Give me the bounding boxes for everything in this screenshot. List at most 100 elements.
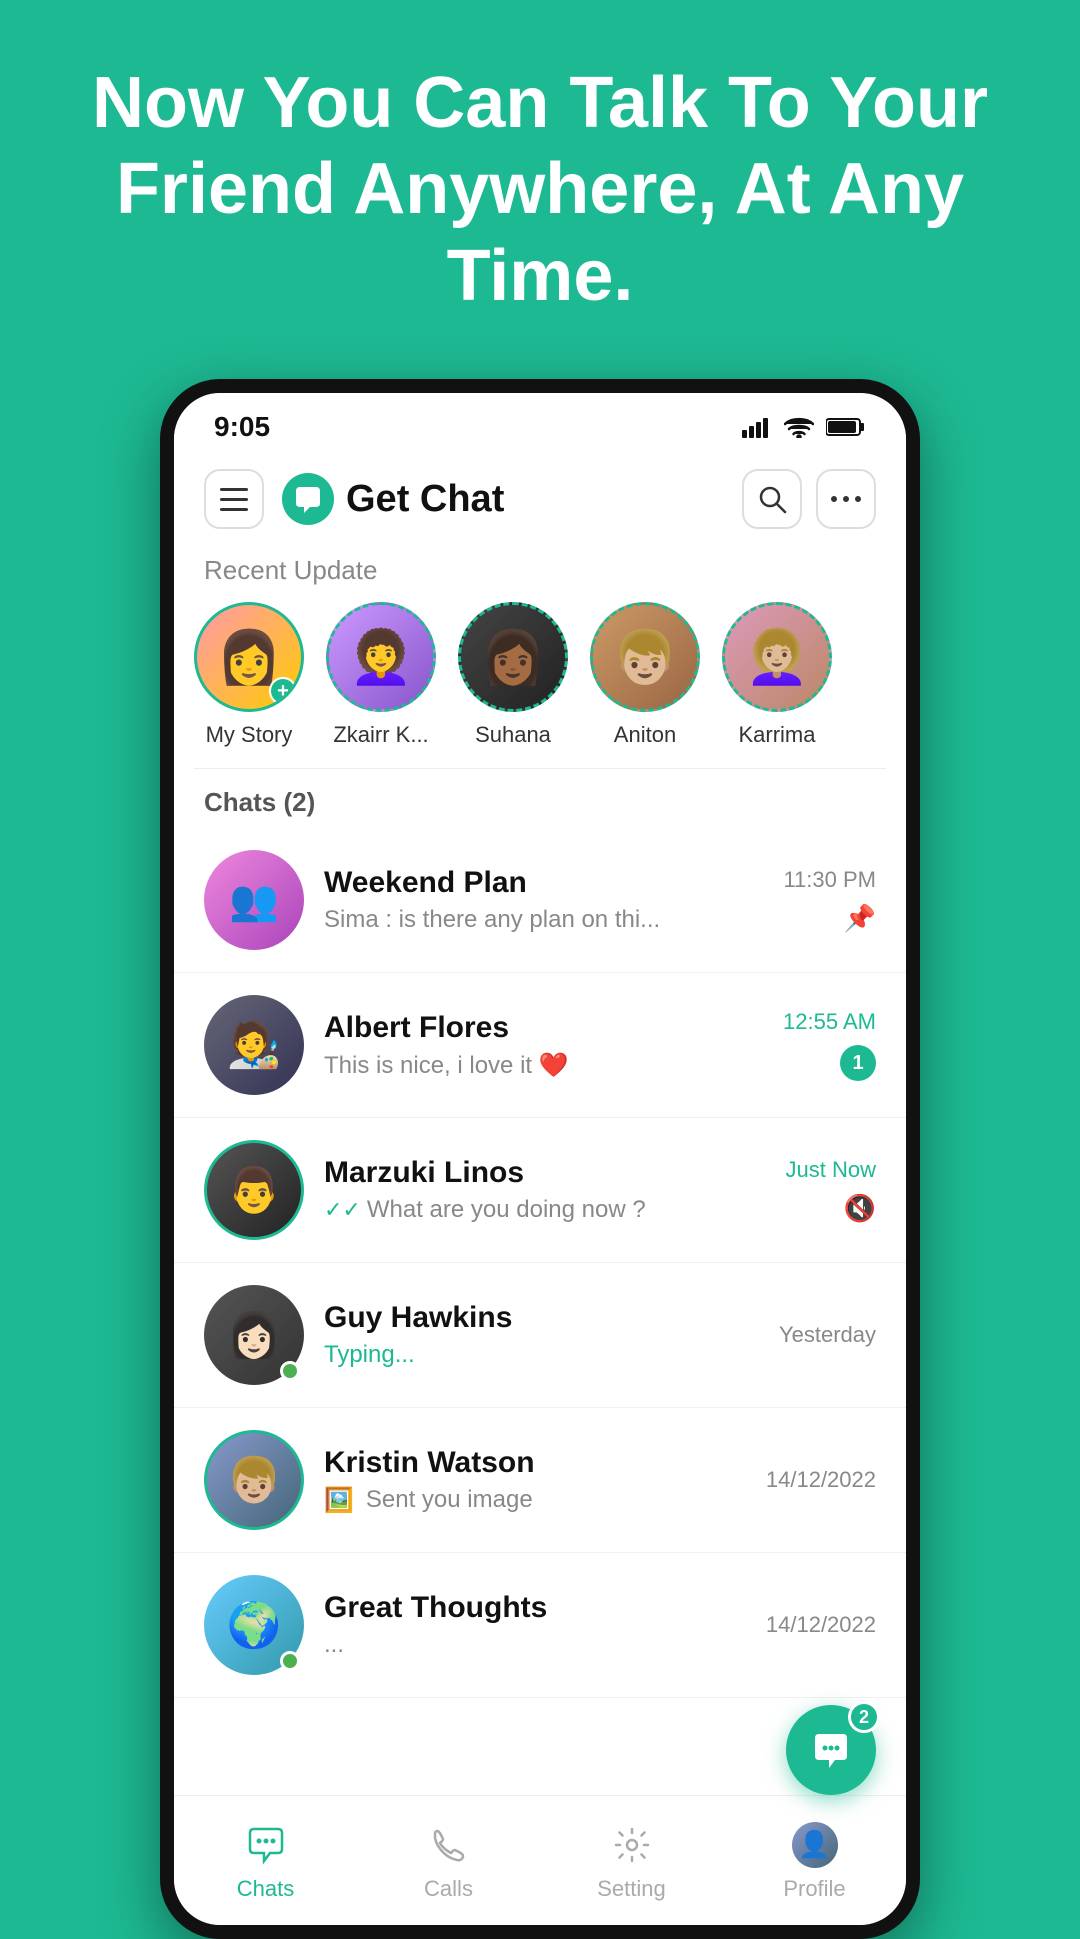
kristin-time: 14/12/2022: [766, 1467, 876, 1493]
calls-nav-icon: [429, 1825, 469, 1865]
marzuki-time: Just Now: [786, 1157, 876, 1183]
aniton-avatar: 👦🏼: [590, 602, 700, 712]
chats-section-label: Chats (2): [174, 769, 906, 828]
kristin-face: 👦🏼: [207, 1433, 301, 1527]
fab-chat-icon: [809, 1728, 853, 1772]
weekend-plan-preview: Sima : is there any plan on thi...: [324, 906, 763, 934]
kristin-avatar: 👦🏼: [204, 1430, 304, 1530]
great-thoughts-info: Great Thoughts ...: [324, 1591, 746, 1659]
nav-chats-label: Chats: [237, 1876, 294, 1902]
story-item-my-story[interactable]: 👩 + My Story: [194, 602, 304, 748]
albert-preview: This is nice, i love it ❤️: [324, 1051, 763, 1080]
kristin-info: Kristin Watson 🖼️ Sent you image: [324, 1446, 746, 1515]
guy-info: Guy Hawkins Typing...: [324, 1301, 759, 1369]
nav-calls-icon: [424, 1820, 474, 1870]
weekend-plan-preview-text: Sima : is there any plan on thi...: [324, 906, 660, 934]
marzuki-name: Marzuki Linos: [324, 1156, 766, 1190]
chat-item-guy[interactable]: 👩🏻 Guy Hawkins Typing... Yesterday: [174, 1263, 906, 1408]
chat-item-kristin[interactable]: 👦🏼 Kristin Watson 🖼️ Sent you image 14/1…: [174, 1408, 906, 1553]
nav-setting-label: Setting: [597, 1876, 666, 1902]
logo-chat-icon: [292, 483, 324, 515]
header-left: Get Chat: [204, 469, 504, 529]
marzuki-avatar: 👨: [204, 1140, 304, 1240]
nav-chats-icon: [241, 1820, 291, 1870]
weekend-plan-name: Weekend Plan: [324, 866, 763, 900]
nav-item-setting[interactable]: Setting: [572, 1820, 692, 1902]
albert-name: Albert Flores: [324, 1011, 763, 1045]
search-button[interactable]: [742, 469, 802, 529]
marzuki-preview: ✓✓ What are you doing now ?: [324, 1196, 766, 1224]
aniton-name: Aniton: [614, 722, 676, 748]
story-item-aniton[interactable]: 👦🏼 Aniton: [590, 602, 700, 748]
marzuki-face: 👨: [207, 1143, 301, 1237]
bottom-nav: Chats Calls Setting: [174, 1795, 906, 1925]
chat-item-great-thoughts[interactable]: 🌍 Great Thoughts ... 14/12/2022: [174, 1553, 906, 1698]
great-thoughts-preview: ...: [324, 1631, 746, 1659]
suhana-avatar: 👩🏾: [458, 602, 568, 712]
hero-tagline: Now You Can Talk To Your Friend Anywhere…: [80, 60, 1000, 319]
marzuki-preview-text: What are you doing now ?: [367, 1196, 646, 1224]
kristin-preview: 🖼️ Sent you image: [324, 1486, 746, 1515]
nav-item-chats[interactable]: Chats: [206, 1820, 326, 1902]
zkairr-name: Zkairr K...: [333, 722, 428, 748]
kristin-name: Kristin Watson: [324, 1446, 746, 1480]
mute-icon: 🔇: [844, 1193, 876, 1224]
recent-update-label: Recent Update: [174, 545, 906, 602]
guy-name: Guy Hawkins: [324, 1301, 759, 1335]
chat-list: 👥 Weekend Plan Sima : is there any plan …: [174, 828, 906, 1698]
story-add-badge: +: [269, 677, 297, 705]
nav-item-calls[interactable]: Calls: [389, 1820, 509, 1902]
logo-icon: [282, 473, 334, 525]
kristin-preview-text: Sent you image: [366, 1486, 533, 1514]
albert-avatar: 🧑‍🎨: [204, 995, 304, 1095]
karrima-avatar: 👩🏼‍🦱: [722, 602, 832, 712]
nav-item-profile[interactable]: 👤 Profile: [755, 1820, 875, 1902]
chat-item-albert[interactable]: 🧑‍🎨 Albert Flores This is nice, i love i…: [174, 973, 906, 1118]
weekend-plan-face: 👥: [204, 850, 304, 950]
phone-frame: 9:05: [160, 379, 920, 1939]
aniton-face: 👦🏼: [593, 605, 697, 709]
albert-meta: 12:55 AM 1: [783, 1009, 876, 1081]
status-bar: 9:05: [174, 393, 906, 453]
more-icon: [831, 495, 861, 503]
pin-icon: 📌: [844, 903, 876, 934]
story-item-suhana[interactable]: 👩🏾 Suhana: [458, 602, 568, 748]
fab-badge: 2: [848, 1701, 880, 1733]
signal-icon: [742, 416, 772, 438]
app-logo: Get Chat: [282, 473, 504, 525]
wifi-icon: [784, 416, 814, 438]
great-thoughts-preview-text: ...: [324, 1631, 344, 1659]
nav-calls-label: Calls: [424, 1876, 473, 1902]
status-time: 9:05: [214, 411, 270, 443]
albert-face: 🧑‍🎨: [204, 995, 304, 1095]
guy-time: Yesterday: [779, 1322, 876, 1348]
zkairr-face: 👩‍🦱: [329, 605, 433, 709]
more-options-button[interactable]: [816, 469, 876, 529]
marzuki-meta: Just Now 🔇: [786, 1157, 876, 1224]
great-thoughts-avatar: 🌍: [204, 1575, 304, 1675]
suhana-name: Suhana: [475, 722, 551, 748]
menu-button[interactable]: [204, 469, 264, 529]
chat-item-marzuki[interactable]: 👨 Marzuki Linos ✓✓ What are you doing no…: [174, 1118, 906, 1263]
albert-badge: 1: [840, 1045, 876, 1081]
story-item-karrima[interactable]: 👩🏼‍🦱 Karrima: [722, 602, 832, 748]
online-dot-great: [280, 1651, 300, 1671]
guy-meta: Yesterday: [779, 1322, 876, 1348]
weekend-plan-avatar: 👥: [204, 850, 304, 950]
great-thoughts-name: Great Thoughts: [324, 1591, 746, 1625]
online-dot-guy: [280, 1361, 300, 1381]
story-item-zkairr[interactable]: 👩‍🦱 Zkairr K...: [326, 602, 436, 748]
profile-avatar-icon: 👤: [792, 1822, 838, 1868]
hero-section: Now You Can Talk To Your Friend Anywhere…: [0, 0, 1080, 359]
weekend-plan-meta: 11:30 PM 📌: [783, 867, 876, 934]
marzuki-info: Marzuki Linos ✓✓ What are you doing now …: [324, 1156, 766, 1224]
chat-item-weekend-plan[interactable]: 👥 Weekend Plan Sima : is there any plan …: [174, 828, 906, 973]
fab-button[interactable]: 2: [786, 1705, 876, 1795]
search-icon: [757, 484, 787, 514]
battery-icon: [826, 416, 866, 438]
stories-row: 👩 + My Story 👩‍🦱 Zkairr K... 👩🏾 Suhana: [174, 602, 906, 768]
guy-avatar: 👩🏻: [204, 1285, 304, 1385]
setting-nav-icon: [612, 1825, 652, 1865]
app-title: Get Chat: [346, 478, 504, 521]
kristin-meta: 14/12/2022: [766, 1467, 876, 1493]
